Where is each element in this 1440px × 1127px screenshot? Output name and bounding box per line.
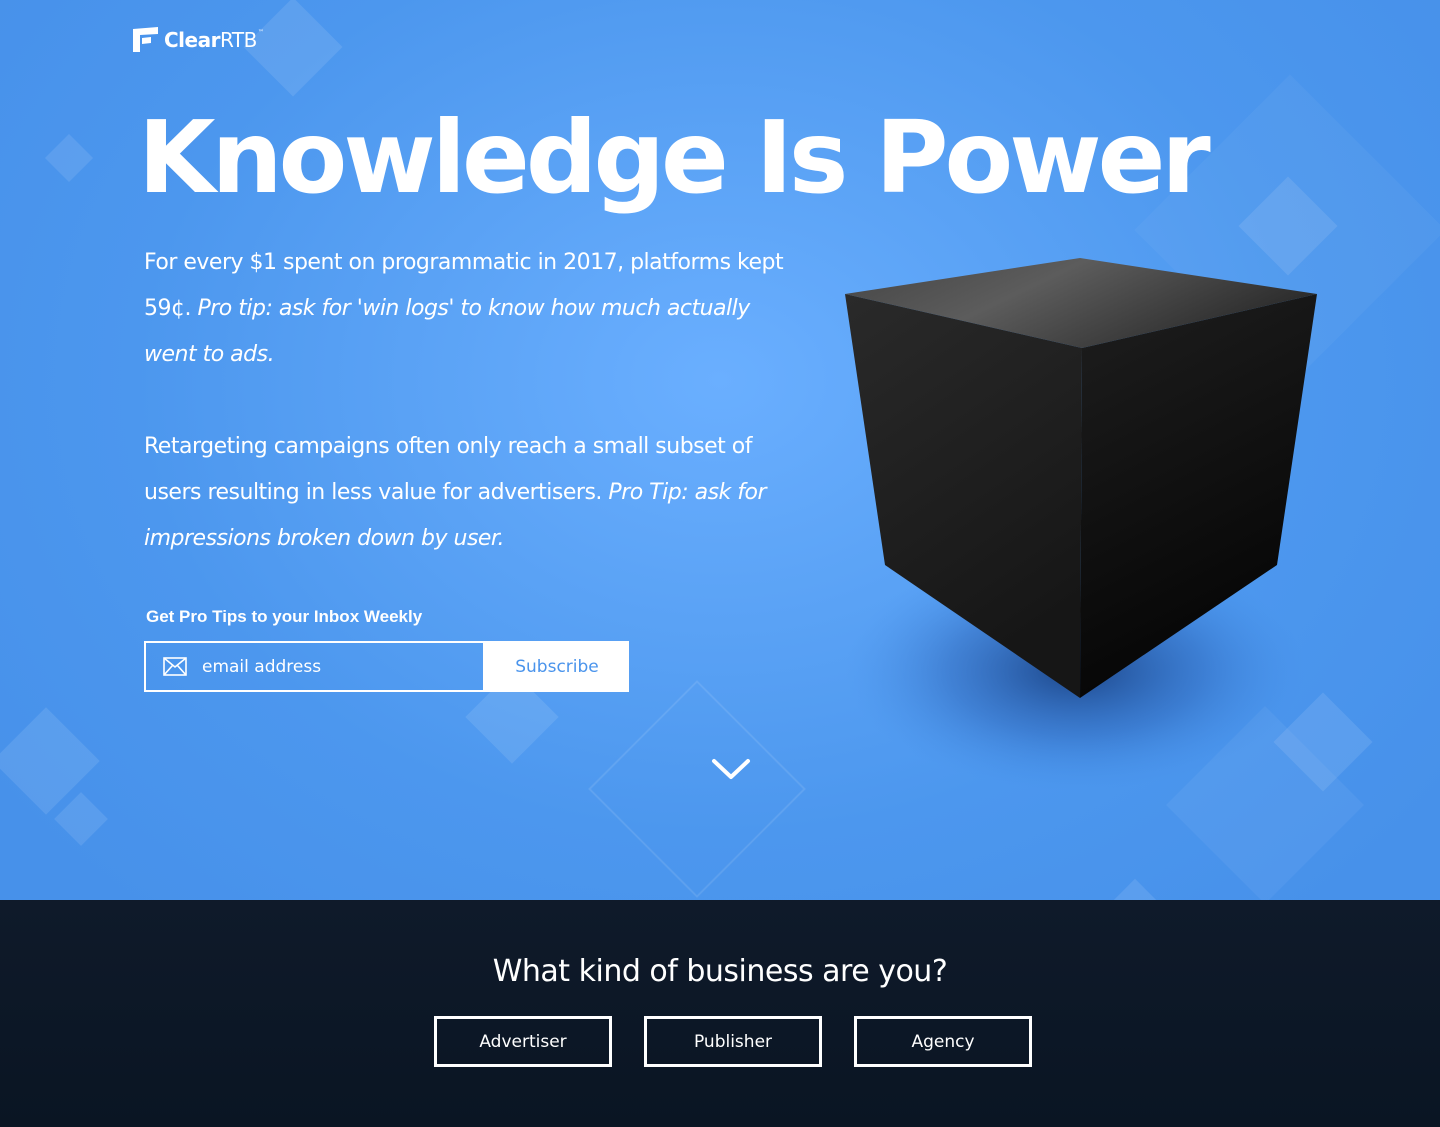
subscribe-form: Subscribe <box>144 641 629 692</box>
fact-paragraph-spend: For every $1 spent on programmatic in 20… <box>144 240 784 378</box>
publisher-button[interactable]: Publisher <box>644 1016 822 1067</box>
mail-icon <box>163 657 187 676</box>
pro-tip-text: Pro tip: ask for 'win logs' to know how … <box>144 296 750 367</box>
hero-section: ClearRTB ™ Knowledge Is Power For every … <box>0 0 1440 900</box>
fact-paragraph-retargeting: Retargeting campaigns often only reach a… <box>144 424 784 562</box>
business-type-choices: Advertiser Publisher Agency <box>434 1016 1032 1067</box>
email-input[interactable] <box>202 643 472 690</box>
agency-button[interactable]: Agency <box>854 1016 1032 1067</box>
decor-diamond <box>44 133 94 183</box>
page: ClearRTB ™ Knowledge Is Power For every … <box>0 0 1440 1127</box>
logo-suffix-text: RTB <box>219 27 257 52</box>
decor-diamond <box>588 680 806 898</box>
business-question: What kind of business are you? <box>492 954 948 989</box>
page-headline: Knowledge Is Power <box>138 99 1211 216</box>
logo-wordmark: ClearRTB <box>164 28 257 52</box>
clearrtb-logo[interactable]: ClearRTB ™ <box>133 27 264 52</box>
black-box-cube-illustration <box>845 258 1317 790</box>
logo-mark-icon <box>133 27 158 52</box>
logo-main-text: Clear <box>164 27 220 52</box>
subscribe-button[interactable]: Subscribe <box>485 641 629 692</box>
subscribe-label: Get Pro Tips to your Inbox Weekly <box>146 607 423 626</box>
email-field-wrapper <box>144 641 485 692</box>
advertiser-button[interactable]: Advertiser <box>434 1016 612 1067</box>
chevron-down-icon[interactable] <box>711 757 751 781</box>
decor-diamond <box>54 792 108 846</box>
decor-diamond <box>1113 878 1157 900</box>
logo-trademark: ™ <box>257 29 264 36</box>
business-type-section: What kind of business are you? Advertise… <box>0 900 1440 1127</box>
